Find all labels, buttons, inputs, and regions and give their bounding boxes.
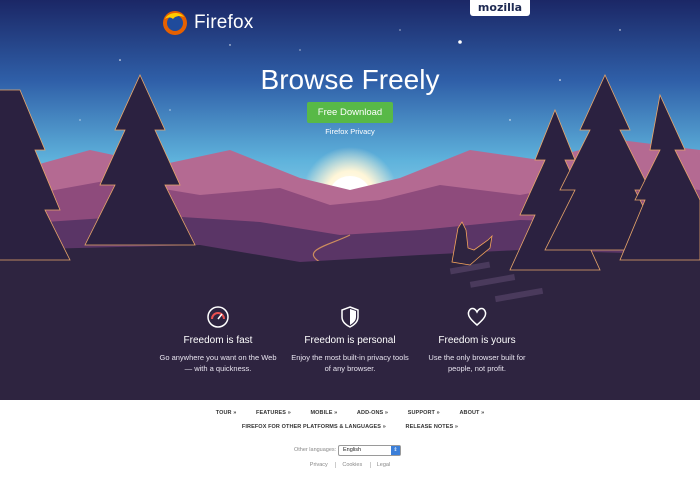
- nav-mobile[interactable]: MOBILE »: [311, 410, 338, 416]
- chevron-down-icon: ⇕: [391, 446, 400, 455]
- heart-icon: [467, 307, 487, 326]
- language-label: Other languages:: [294, 447, 337, 453]
- speedometer-icon: [207, 306, 229, 328]
- feature-fast-title: Freedom is fast: [183, 335, 253, 346]
- feature-fast-desc: Go anywhere you want on the Web — with a…: [159, 353, 277, 373]
- feature-yours-title: Freedom is yours: [438, 335, 516, 346]
- free-download-button[interactable]: Free Download: [307, 102, 393, 123]
- nav-add-ons[interactable]: ADD-ONS »: [357, 410, 388, 416]
- nav-features[interactable]: FEATURES »: [256, 410, 291, 416]
- feature-yours-desc: Use the only browser built for people, n…: [428, 353, 526, 373]
- nav-release-notes[interactable]: RELEASE NOTES »: [406, 424, 459, 430]
- footer-nav: TOUR » FEATURES » MOBILE » ADD-ONS » SUP…: [0, 410, 700, 416]
- firefox-privacy-link[interactable]: Firefox Privacy: [0, 127, 700, 136]
- shield-icon: [341, 306, 359, 328]
- nav-tour[interactable]: TOUR »: [216, 410, 237, 416]
- feature-yours: Freedom is yours Use the only browser bu…: [412, 305, 542, 374]
- page-title: Browse Freely: [260, 64, 440, 95]
- firefox-brand[interactable]: Firefox: [162, 10, 253, 36]
- legal-privacy[interactable]: Privacy: [304, 462, 334, 468]
- nav-other-platforms[interactable]: FIREFOX FOR OTHER PLATFORMS & LANGUAGES …: [242, 424, 386, 430]
- legal-links: Privacy Cookies Legal: [0, 462, 700, 468]
- feature-personal: Freedom is personal Enjoy the most built…: [285, 305, 415, 374]
- mozilla-tab[interactable]: mozilla: [470, 0, 530, 16]
- feature-fast: Freedom is fast Go anywhere you want on …: [153, 305, 283, 374]
- nav-about[interactable]: ABOUT »: [459, 410, 484, 416]
- firefox-wordmark: Firefox: [194, 12, 254, 33]
- hero-section: Firefox mozilla Browse Freely Free Downl…: [0, 0, 700, 400]
- legal-cookies[interactable]: Cookies: [335, 462, 368, 468]
- language-value: English: [343, 447, 362, 453]
- feature-personal-title: Freedom is personal: [304, 335, 396, 346]
- footer-nav-secondary: FIREFOX FOR OTHER PLATFORMS & LANGUAGES …: [0, 424, 700, 430]
- language-select[interactable]: English ⇕: [338, 445, 401, 456]
- nav-support[interactable]: SUPPORT »: [408, 410, 440, 416]
- firefox-logo-icon: [163, 11, 187, 35]
- legal-legal[interactable]: Legal: [369, 462, 396, 468]
- feature-personal-desc: Enjoy the most built-in privacy tools of…: [291, 353, 409, 373]
